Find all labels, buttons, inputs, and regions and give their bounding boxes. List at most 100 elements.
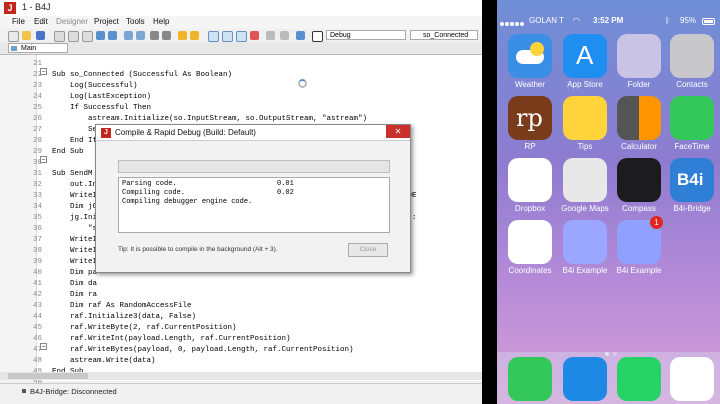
close-button[interactable]: Close <box>348 243 388 257</box>
app-store-icon[interactable]: A <box>563 34 607 78</box>
back-arrow-icon[interactable] <box>178 31 187 40</box>
compile-log: Parsing code. 0.01 Compiling code. 0.02 … <box>118 177 390 233</box>
folder-icon[interactable] <box>617 34 661 78</box>
carrier: GOLAN T <box>529 16 564 25</box>
phone-icon[interactable] <box>508 357 552 401</box>
b4i-example-icon[interactable] <box>563 220 607 264</box>
line-number: 48 <box>32 357 42 365</box>
fold-toggle-icon[interactable]: − <box>40 343 47 351</box>
compile-progress-bar <box>118 160 390 173</box>
window-2-icon[interactable] <box>222 31 233 42</box>
line-number: 40 <box>32 269 42 277</box>
module-dropdown[interactable]: so_Connected <box>410 30 478 40</box>
window-icon[interactable] <box>208 31 219 42</box>
code-text: Dim jG <box>52 203 98 211</box>
code-line: 24 Log(LastException) <box>0 92 482 103</box>
code-line: 43 Dim raf As RandomAccessFile <box>0 301 482 312</box>
breakpoint-icon[interactable] <box>250 31 259 40</box>
calculator-icon[interactable] <box>617 96 661 140</box>
fold-toggle-icon[interactable]: − <box>40 156 47 164</box>
comment-icon[interactable] <box>124 31 133 40</box>
line-number: 22 <box>32 71 42 79</box>
window-title: 1 - B4J <box>22 2 51 12</box>
uncomment-icon[interactable] <box>136 31 145 40</box>
tips-icon[interactable] <box>563 96 607 140</box>
scrollbar-thumb[interactable] <box>8 373 88 379</box>
outdent-icon[interactable] <box>162 31 171 40</box>
battery-icon <box>702 18 715 25</box>
line-number: 23 <box>32 82 42 90</box>
close-icon[interactable]: ✕ <box>386 125 410 138</box>
contacts-icon[interactable] <box>670 34 714 78</box>
code-line: 25 If Successful Then <box>0 103 482 114</box>
forward-arrow-icon[interactable] <box>190 31 199 40</box>
phone-home-screen: GOLAN T ◠ 3:52 PM ᛒ 95% Weather A App Stor… <box>497 0 720 404</box>
menu-project[interactable]: Project <box>94 17 119 26</box>
b4j-app-icon: J <box>4 2 16 14</box>
whatsapp-icon[interactable] <box>617 357 661 401</box>
tab-main[interactable]: Main <box>8 43 68 53</box>
compass-icon[interactable] <box>617 158 661 202</box>
save-icon[interactable] <box>36 31 45 40</box>
sun-shape <box>530 42 544 56</box>
app-label: App Store <box>567 80 603 89</box>
dialog-title-bar: J Compile & Rapid Debug (Build: Default)… <box>96 125 410 141</box>
horizontal-scrollbar[interactable] <box>0 372 482 380</box>
new-file-icon[interactable] <box>8 31 19 42</box>
facetime-icon[interactable] <box>670 96 714 140</box>
tab-main-label: Main <box>21 45 37 52</box>
google-maps-icon[interactable] <box>563 158 607 202</box>
open-folder-icon[interactable] <box>22 31 31 40</box>
log-label: Compiling debugger engine code. <box>122 198 253 206</box>
line-number: 31 <box>32 170 42 178</box>
log-label: Compiling code. <box>122 189 186 197</box>
line-number: 27 <box>32 126 42 134</box>
app-label: Dropbox <box>514 204 546 213</box>
menu-tools[interactable]: Tools <box>126 17 145 26</box>
weather-icon[interactable] <box>508 34 552 78</box>
debug-icon[interactable] <box>296 31 305 40</box>
menu-edit[interactable]: Edit <box>34 17 48 26</box>
build-config-dropdown[interactable]: Debug <box>326 30 406 40</box>
line-number: 24 <box>32 93 42 101</box>
code-text: raf.WriteByte(2, raf.CurrentPosition) <box>52 324 237 332</box>
code-text: If Successful Then <box>52 104 152 112</box>
dock <box>497 352 720 404</box>
b4i-bridge-icon[interactable]: B4i <box>670 158 714 202</box>
phone-status-bar: GOLAN T ◠ 3:52 PM ᛒ 95% <box>497 15 720 29</box>
editor-tab-strip: Main <box>0 42 482 55</box>
ide-window: J 1 - B4J File Edit Designer Project Too… <box>0 0 482 404</box>
menu-file[interactable]: File <box>12 17 25 26</box>
line-number: 39 <box>32 258 42 266</box>
step-icon[interactable] <box>266 31 275 40</box>
app-label: B4i Example <box>562 266 608 275</box>
cut-icon[interactable] <box>54 31 65 42</box>
notification-badge: 1 <box>650 216 663 229</box>
window-3-icon[interactable] <box>236 31 247 42</box>
coordinates-icon[interactable] <box>508 220 552 264</box>
paste-icon[interactable] <box>82 31 93 42</box>
safari-icon[interactable] <box>670 357 714 401</box>
code-text: astream.Write(data) <box>52 357 156 365</box>
undo-icon[interactable] <box>96 31 105 40</box>
copy-icon[interactable] <box>68 31 79 42</box>
rp-icon[interactable]: rp <box>508 96 552 140</box>
code-text: End If <box>52 137 98 145</box>
module-dropdown-label: so_Connected <box>423 32 469 39</box>
dropbox-icon[interactable] <box>508 158 552 202</box>
b4i-icon-text: B4i <box>677 170 704 189</box>
fold-toggle-icon[interactable]: − <box>40 68 47 76</box>
step-over-icon[interactable] <box>280 31 289 40</box>
indent-icon[interactable] <box>150 31 159 40</box>
run-icon[interactable] <box>312 31 323 42</box>
redo-icon[interactable] <box>108 31 117 40</box>
line-number: 45 <box>32 324 42 332</box>
menu-help[interactable]: Help <box>153 17 169 26</box>
menu-designer[interactable]: Designer <box>56 17 88 26</box>
code-text: Log(Successful) <box>52 82 138 90</box>
line-number: 38 <box>32 247 42 255</box>
line-number: 29 <box>32 148 42 156</box>
bluetooth-icon: ᛒ <box>665 16 670 25</box>
code-text: Dim da <box>52 280 98 288</box>
mail-icon[interactable] <box>563 357 607 401</box>
